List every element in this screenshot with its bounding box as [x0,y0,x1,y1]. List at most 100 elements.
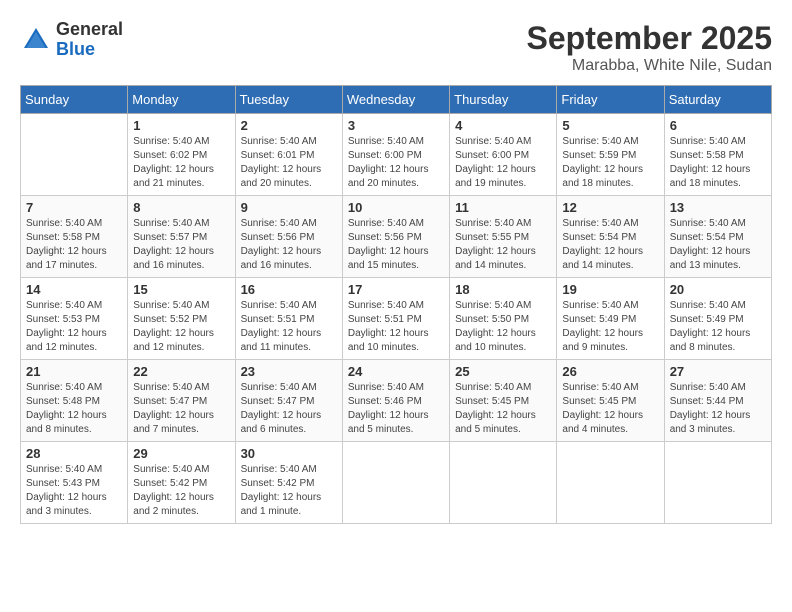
day-number: 24 [348,364,444,379]
day-number: 23 [241,364,337,379]
day-info: Sunrise: 5:40 AM Sunset: 5:45 PM Dayligh… [455,381,551,437]
day-cell: 7 Sunrise: 5:40 AM Sunset: 5:58 PM Daylig… [21,196,128,278]
day-number: 5 [562,118,658,133]
day-number: 6 [670,118,766,133]
header-friday: Friday [557,86,664,114]
day-number: 12 [562,200,658,215]
day-info: Sunrise: 5:40 AM Sunset: 5:47 PM Dayligh… [133,381,229,437]
day-cell: 8 Sunrise: 5:40 AM Sunset: 5:57 PM Daylig… [128,196,235,278]
day-number: 28 [26,446,122,461]
day-number: 20 [670,282,766,297]
day-cell: 30 Sunrise: 5:40 AM Sunset: 5:42 PM Dayli… [235,442,342,524]
day-cell: 9Sunrise: 5:40 AM Sunset: 5:56 PM Daylig… [235,196,342,278]
day-cell: 26 Sunrise: 5:40 AM Sunset: 5:45 PM Dayli… [557,360,664,442]
week-row-3: 14Sunrise: 5:40 AM Sunset: 5:53 PM Dayli… [21,278,772,360]
day-cell: 29 Sunrise: 5:40 AM Sunset: 5:42 PM Dayli… [128,442,235,524]
logo: General Blue [20,20,123,60]
day-cell: 14Sunrise: 5:40 AM Sunset: 5:53 PM Dayli… [21,278,128,360]
logo-text: General Blue [56,20,123,60]
header-saturday: Saturday [664,86,771,114]
day-number: 27 [670,364,766,379]
day-number: 8 [133,200,229,215]
week-row-4: 21Sunrise: 5:40 AM Sunset: 5:48 PM Dayli… [21,360,772,442]
day-number: 3 [348,118,444,133]
title-block: September 2025 Marabba, White Nile, Suda… [527,20,772,75]
day-info: Sunrise: 5:40 AM Sunset: 5:44 PM Dayligh… [670,381,766,437]
day-info: Sunrise: 5:40 AM Sunset: 5:57 PM Dayligh… [133,217,229,273]
day-cell: 17Sunrise: 5:40 AM Sunset: 5:51 PM Dayli… [342,278,449,360]
day-number: 10 [348,200,444,215]
day-info: Sunrise: 5:40 AM Sunset: 6:00 PM Dayligh… [348,135,444,191]
day-info: Sunrise: 5:40 AM Sunset: 6:02 PM Dayligh… [133,135,229,191]
day-cell: 21Sunrise: 5:40 AM Sunset: 5:48 PM Dayli… [21,360,128,442]
day-cell [21,114,128,196]
day-cell: 1 Sunrise: 5:40 AM Sunset: 6:02 PM Daylig… [128,114,235,196]
day-number: 19 [562,282,658,297]
day-cell: 2Sunrise: 5:40 AM Sunset: 6:01 PM Daylig… [235,114,342,196]
day-cell: 11Sunrise: 5:40 AM Sunset: 5:55 PM Dayli… [450,196,557,278]
day-cell: 22Sunrise: 5:40 AM Sunset: 5:47 PM Dayli… [128,360,235,442]
day-number: 16 [241,282,337,297]
day-info: Sunrise: 5:40 AM Sunset: 5:46 PM Dayligh… [348,381,444,437]
day-info: Sunrise: 5:40 AM Sunset: 5:58 PM Dayligh… [26,217,122,273]
day-number: 30 [241,446,337,461]
header-row: SundayMondayTuesdayWednesdayThursdayFrid… [21,86,772,114]
day-info: Sunrise: 5:40 AM Sunset: 5:59 PM Dayligh… [562,135,658,191]
day-number: 11 [455,200,551,215]
day-number: 25 [455,364,551,379]
day-number: 29 [133,446,229,461]
day-info: Sunrise: 5:40 AM Sunset: 5:49 PM Dayligh… [562,299,658,355]
day-cell [342,442,449,524]
day-number: 17 [348,282,444,297]
day-number: 21 [26,364,122,379]
header-monday: Monday [128,86,235,114]
day-cell: 4 Sunrise: 5:40 AM Sunset: 6:00 PM Daylig… [450,114,557,196]
week-row-1: 1 Sunrise: 5:40 AM Sunset: 6:02 PM Daylig… [21,114,772,196]
day-info: Sunrise: 5:40 AM Sunset: 5:51 PM Dayligh… [241,299,337,355]
page-header: General Blue September 2025 Marabba, Whi… [20,20,772,75]
day-info: Sunrise: 5:40 AM Sunset: 5:54 PM Dayligh… [562,217,658,273]
day-info: Sunrise: 5:40 AM Sunset: 5:42 PM Dayligh… [241,463,337,519]
day-cell: 12 Sunrise: 5:40 AM Sunset: 5:54 PM Dayli… [557,196,664,278]
day-info: Sunrise: 5:40 AM Sunset: 5:53 PM Dayligh… [26,299,122,355]
day-cell: 5 Sunrise: 5:40 AM Sunset: 5:59 PM Daylig… [557,114,664,196]
day-info: Sunrise: 5:40 AM Sunset: 5:49 PM Dayligh… [670,299,766,355]
day-number: 1 [133,118,229,133]
header-wednesday: Wednesday [342,86,449,114]
day-cell: 13Sunrise: 5:40 AM Sunset: 5:54 PM Dayli… [664,196,771,278]
day-cell: 6 Sunrise: 5:40 AM Sunset: 5:58 PM Daylig… [664,114,771,196]
logo-general: General [56,20,123,40]
day-cell: 19 Sunrise: 5:40 AM Sunset: 5:49 PM Dayli… [557,278,664,360]
logo-blue-text: Blue [56,40,123,60]
day-cell: 23 Sunrise: 5:40 AM Sunset: 5:47 PM Dayli… [235,360,342,442]
day-info: Sunrise: 5:40 AM Sunset: 5:43 PM Dayligh… [26,463,122,519]
day-info: Sunrise: 5:40 AM Sunset: 5:52 PM Dayligh… [133,299,229,355]
day-info: Sunrise: 5:40 AM Sunset: 5:42 PM Dayligh… [133,463,229,519]
week-row-5: 28 Sunrise: 5:40 AM Sunset: 5:43 PM Dayli… [21,442,772,524]
day-cell: 3 Sunrise: 5:40 AM Sunset: 6:00 PM Daylig… [342,114,449,196]
day-cell: 18Sunrise: 5:40 AM Sunset: 5:50 PM Dayli… [450,278,557,360]
day-info: Sunrise: 5:40 AM Sunset: 5:47 PM Dayligh… [241,381,337,437]
day-info: Sunrise: 5:40 AM Sunset: 5:56 PM Dayligh… [348,217,444,273]
header-tuesday: Tuesday [235,86,342,114]
day-cell: 24 Sunrise: 5:40 AM Sunset: 5:46 PM Dayli… [342,360,449,442]
calendar-table: SundayMondayTuesdayWednesdayThursdayFrid… [20,85,772,524]
day-info: Sunrise: 5:40 AM Sunset: 5:54 PM Dayligh… [670,217,766,273]
day-cell [557,442,664,524]
day-number: 15 [133,282,229,297]
day-number: 4 [455,118,551,133]
day-info: Sunrise: 5:40 AM Sunset: 5:50 PM Dayligh… [455,299,551,355]
month-title: September 2025 [527,20,772,57]
day-info: Sunrise: 5:40 AM Sunset: 5:45 PM Dayligh… [562,381,658,437]
day-number: 2 [241,118,337,133]
day-info: Sunrise: 5:40 AM Sunset: 6:00 PM Dayligh… [455,135,551,191]
day-cell [664,442,771,524]
day-number: 9 [241,200,337,215]
day-number: 26 [562,364,658,379]
header-sunday: Sunday [21,86,128,114]
day-cell: 28 Sunrise: 5:40 AM Sunset: 5:43 PM Dayli… [21,442,128,524]
day-number: 7 [26,200,122,215]
day-cell: 27 Sunrise: 5:40 AM Sunset: 5:44 PM Dayli… [664,360,771,442]
header-thursday: Thursday [450,86,557,114]
day-info: Sunrise: 5:40 AM Sunset: 5:58 PM Dayligh… [670,135,766,191]
